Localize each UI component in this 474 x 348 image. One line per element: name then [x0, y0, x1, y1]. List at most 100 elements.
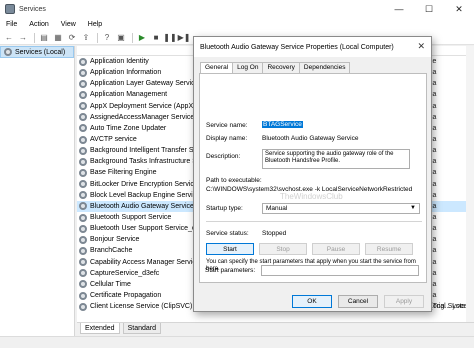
gear-icon: [79, 258, 87, 267]
service-status-label: Service status:: [206, 230, 249, 237]
help-icon[interactable]: ?: [101, 32, 113, 43]
startup-type-label: Startup type:: [206, 205, 243, 212]
service-name-value[interactable]: BTAGService: [262, 121, 303, 128]
toolbar-separator: [34, 32, 35, 43]
gear-icon: [79, 124, 87, 133]
gear-icon: [79, 191, 87, 200]
tab-extended[interactable]: Extended: [80, 323, 120, 334]
maximize-button[interactable]: ☐: [414, 0, 444, 18]
cancel-button[interactable]: Cancel: [338, 295, 378, 308]
gear-icon: [79, 280, 87, 289]
gear-icon: [79, 246, 87, 255]
display-name-label: Display name:: [206, 135, 248, 142]
title-bar: Services — ☐ ✕: [0, 0, 474, 18]
pause-icon[interactable]: ❚❚: [163, 32, 176, 43]
toolbar-separator: [132, 32, 133, 43]
properties-pane-icon[interactable]: ▣: [115, 32, 127, 43]
gear-icon: [79, 202, 87, 211]
description-box[interactable]: Service supporting the audio gateway rol…: [262, 149, 410, 169]
gear-icon: [79, 113, 87, 122]
path-label: Path to executable:: [206, 177, 262, 184]
start-parameters-input[interactable]: [261, 265, 419, 276]
properties-icon[interactable]: ▦: [52, 32, 64, 43]
service-name: Cellular Time: [90, 280, 131, 288]
dialog-title: Bluetooth Audio Gateway Service Properti…: [200, 43, 394, 51]
gear-icon: [79, 302, 87, 311]
gear-icon: [79, 57, 87, 66]
properties-dialog: Bluetooth Audio Gateway Service Properti…: [193, 36, 432, 312]
service-name: AVCTP service: [90, 136, 137, 144]
service-name: Base Filtering Engine: [90, 169, 157, 177]
view-tabs: Extended Standard: [77, 322, 474, 334]
menu-help[interactable]: Help: [82, 21, 108, 28]
service-name: Background Intelligent Transfer Se: [90, 147, 198, 155]
gear-icon: [4, 48, 12, 56]
watermark: TheWindowsClub: [280, 192, 343, 201]
service-name-label: Service name:: [206, 122, 248, 129]
display-name-value[interactable]: Bluetooth Audio Gateway Service: [262, 135, 358, 142]
tree-item-services-local[interactable]: Services (Local): [0, 46, 74, 58]
service-status-value: Stopped: [262, 230, 287, 237]
gear-icon: [79, 213, 87, 222]
pause-button[interactable]: Pause: [312, 243, 360, 255]
restart-icon[interactable]: ▶❚: [178, 32, 191, 43]
gear-icon: [79, 79, 87, 88]
chevron-down-icon: ▼: [410, 205, 416, 211]
gear-icon: [79, 135, 87, 144]
tab-recovery[interactable]: Recovery: [262, 62, 300, 73]
export-icon[interactable]: ⇪: [80, 32, 92, 43]
gear-icon: [79, 291, 87, 300]
resume-button[interactable]: Resume: [365, 243, 413, 255]
service-name: Certificate Propagation: [90, 292, 162, 300]
startup-type-value: Manual: [266, 205, 288, 212]
vertical-scrollbar[interactable]: [466, 46, 474, 322]
start-button[interactable]: Start: [206, 243, 254, 255]
menu-bar: File Action View Help: [0, 18, 474, 31]
menu-view[interactable]: View: [55, 21, 82, 28]
service-name: Auto Time Zone Updater: [90, 124, 167, 132]
tab-dependencies[interactable]: Dependencies: [298, 62, 351, 73]
divider: [206, 221, 422, 222]
console-tree: Services (Local): [0, 46, 75, 348]
services-app-icon: [5, 4, 15, 14]
service-name: Bluetooth User Support Service_d3: [90, 225, 200, 233]
toolbar-separator: [97, 32, 98, 43]
play-icon[interactable]: ▶: [136, 32, 148, 43]
apply-button[interactable]: Apply: [384, 295, 424, 308]
service-name: Bluetooth Support Service: [90, 214, 172, 222]
stop-icon[interactable]: ■: [150, 32, 162, 43]
service-name: AssignedAccessManager Service: [90, 113, 195, 121]
show-hide-tree-icon[interactable]: ▤: [38, 32, 50, 43]
service-name: Application Management: [90, 91, 168, 99]
service-name: CaptureService_d3efc: [90, 269, 160, 277]
menu-file[interactable]: File: [0, 21, 23, 28]
description-label: Description:: [206, 153, 241, 160]
service-name: Bonjour Service: [90, 236, 140, 244]
startup-type-select[interactable]: Manual ▼: [262, 203, 420, 214]
gear-icon: [79, 269, 87, 278]
stop-button[interactable]: Stop: [259, 243, 307, 255]
service-name: Application Identity: [90, 58, 149, 66]
back-icon[interactable]: ←: [3, 32, 15, 43]
close-button[interactable]: ✕: [444, 0, 474, 18]
service-name: BranchCache: [90, 247, 133, 255]
tab-log-on[interactable]: Log On: [232, 62, 264, 73]
gear-icon: [79, 102, 87, 111]
start-parameters-label: Start parameters:: [205, 267, 256, 274]
tab-standard[interactable]: Standard: [122, 323, 162, 334]
status-bar: [0, 336, 474, 348]
ok-button[interactable]: OK: [292, 295, 332, 308]
service-name: Capability Access Manager Service: [90, 258, 200, 266]
minimize-button[interactable]: —: [384, 0, 414, 18]
tree-item-label: Services (Local): [15, 48, 66, 56]
service-name: Background Tasks Infrastructure S: [90, 158, 197, 166]
service-name: Application Information: [90, 69, 162, 77]
dialog-close-button[interactable]: ✕: [417, 41, 425, 52]
gear-icon: [79, 168, 87, 177]
gear-icon: [79, 146, 87, 155]
service-name: BitLocker Drive Encryption Service: [90, 180, 198, 188]
gear-icon: [79, 224, 87, 233]
forward-icon[interactable]: →: [17, 32, 29, 43]
menu-action[interactable]: Action: [23, 21, 54, 28]
refresh-icon[interactable]: ⟳: [66, 32, 78, 43]
